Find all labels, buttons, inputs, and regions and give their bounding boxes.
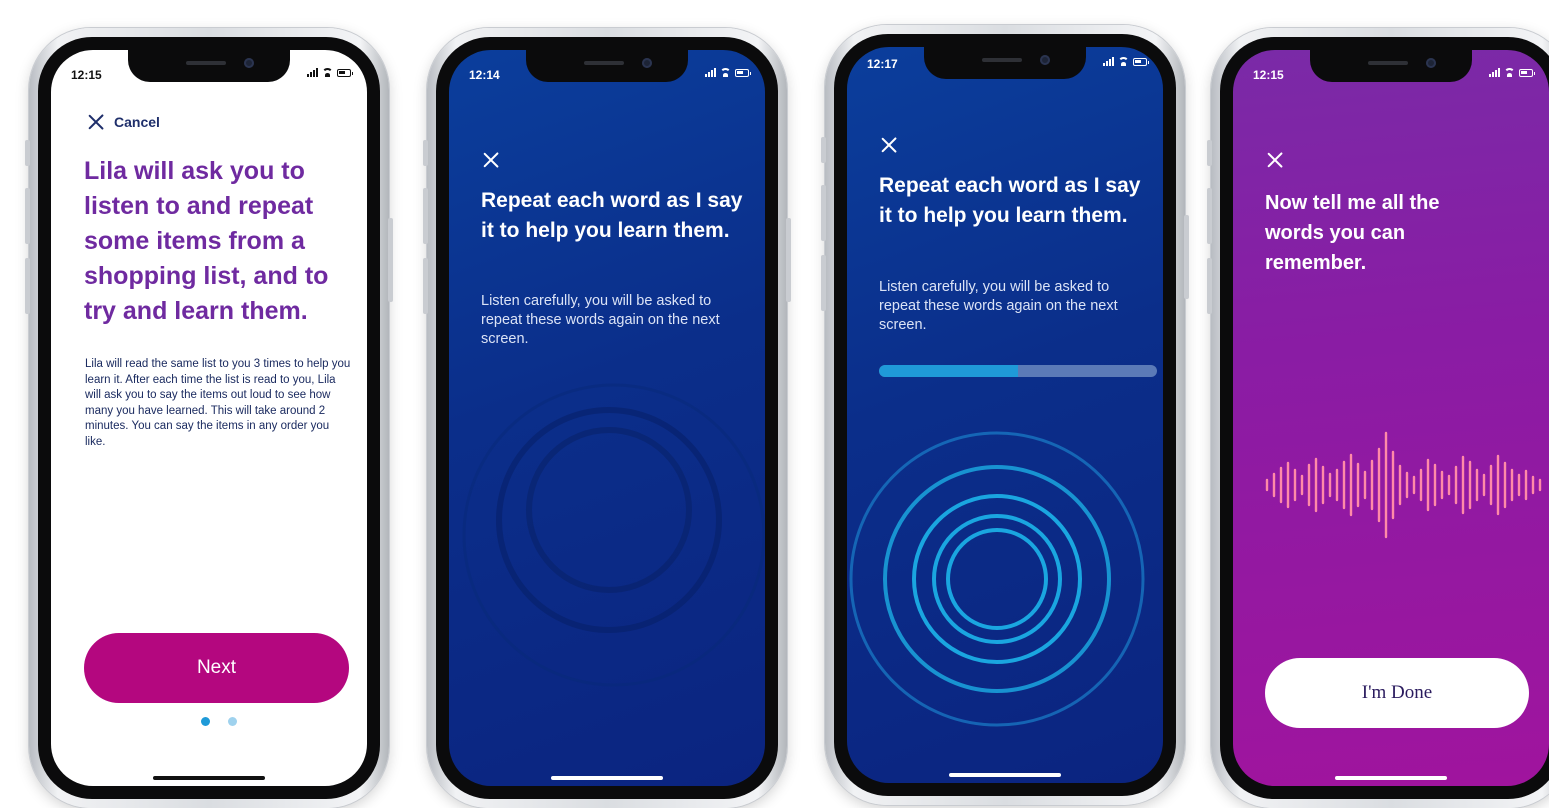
close-icon[interactable] [879,135,899,155]
home-indicator[interactable] [949,773,1061,777]
listening-rings-faint [462,383,765,687]
battery-icon [337,68,353,77]
voice-waveform-icon [1265,431,1542,539]
screen-title: Repeat each word as I say it to help you… [481,189,743,242]
home-indicator[interactable] [153,776,265,780]
close-icon [86,112,106,132]
cancel-label: Cancel [114,114,160,130]
status-icons [307,68,353,77]
bezel: 12:17 Repeat each word as I say it to he… [834,34,1176,796]
notch [128,50,290,82]
page-dot[interactable] [228,717,237,726]
status-time: 12:14 [469,68,500,82]
status-icons [1103,57,1149,66]
home-indicator[interactable] [1335,776,1447,780]
screen-title: Repeat each word as I say it to help you… [879,174,1141,227]
volume-down-button [423,258,428,314]
status-icons [705,68,751,77]
status-time: 12:17 [867,57,898,71]
screen-listen-progress: 12:17 Repeat each word as I say it to he… [847,47,1163,783]
notch [924,47,1086,79]
status-time: 12:15 [1253,68,1284,82]
page-dot-active[interactable] [201,717,210,726]
im-done-button[interactable]: I'm Done [1265,658,1529,728]
mute-switch [423,140,428,166]
page-indicator [201,717,237,726]
camera-icon [1040,55,1050,65]
listening-rings [849,431,1145,727]
screen-subtitle: Listen carefully, you will be asked to r… [481,293,720,347]
battery-icon [735,68,751,77]
home-indicator[interactable] [551,776,663,780]
screen-recall: 12:15 Now tell me all the words you can … [1233,50,1549,786]
page-title: Lila will ask you to listen to and repea… [84,157,329,325]
signal-icon [1103,57,1114,66]
close-icon[interactable] [1265,150,1285,170]
wifi-icon [1118,57,1129,66]
screen-subtitle: Listen carefully, you will be asked to r… [879,279,1118,333]
volume-up-button [821,185,826,241]
camera-icon [244,58,254,68]
status-icons [1489,68,1535,77]
wifi-icon [720,68,731,77]
status-time: 12:15 [71,68,102,82]
volume-up-button [1207,188,1212,244]
volume-down-button [821,255,826,311]
bezel: 12:15 Cancel Lila will ask you to listen… [38,37,380,799]
bezel: 12:14 Repeat each word as I say it to he… [436,37,778,799]
volume-down-button [25,258,30,314]
next-button[interactable]: Next [84,633,349,703]
screen-listen: 12:14 Repeat each word as I say it to he… [449,50,765,786]
power-button [786,218,791,302]
instructions-text: Lila will read the same list to you 3 ti… [85,358,351,448]
camera-icon [1426,58,1436,68]
battery-icon [1133,57,1149,66]
volume-down-button [1207,258,1212,314]
phone-frame-3: 12:17 Repeat each word as I say it to he… [821,25,1189,805]
phone-frame-1: 12:15 Cancel Lila will ask you to listen… [25,28,393,808]
screen-title: Now tell me all the words you can rememb… [1265,192,1440,274]
mute-switch [25,140,30,166]
volume-up-button [25,188,30,244]
cancel-button[interactable]: Cancel [86,112,160,132]
camera-icon [642,58,652,68]
notch [1310,50,1472,82]
screen-intro: 12:15 Cancel Lila will ask you to listen… [51,50,367,786]
signal-icon [705,68,716,77]
phone-frame-4: 12:15 Now tell me all the words you can … [1207,28,1549,808]
progress-fill [879,365,1018,377]
notch [526,50,688,82]
mute-switch [1207,140,1212,166]
listening-progress-bar [879,365,1157,377]
phone-frame-2: 12:14 Repeat each word as I say it to he… [423,28,791,808]
wifi-icon [1504,68,1515,77]
signal-icon [307,68,318,77]
power-button [388,218,393,302]
signal-icon [1489,68,1500,77]
power-button [1184,215,1189,299]
mute-switch [821,137,826,163]
bezel: 12:15 Now tell me all the words you can … [1220,37,1549,799]
volume-up-button [423,188,428,244]
close-icon[interactable] [481,150,501,170]
battery-icon [1519,68,1535,77]
wifi-icon [322,68,333,77]
